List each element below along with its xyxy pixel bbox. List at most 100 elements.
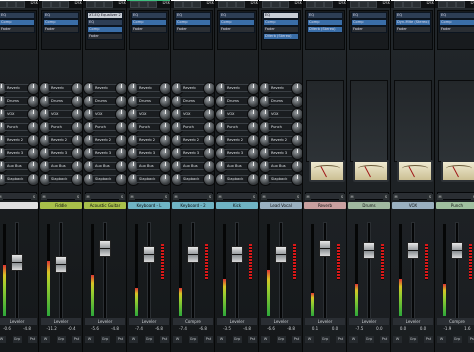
channel-button[interactable]: Pst xyxy=(204,336,213,343)
channel-button[interactable]: Grp xyxy=(100,336,110,343)
channel-button[interactable]: Pst xyxy=(380,336,389,343)
fader-cap[interactable] xyxy=(143,246,155,263)
channel-header-button[interactable] xyxy=(86,1,95,8)
fader-cap[interactable] xyxy=(275,246,287,263)
channel-button[interactable]: Grp xyxy=(144,336,154,343)
fader-cap[interactable] xyxy=(363,242,375,259)
channel-button[interactable]: W xyxy=(349,336,358,343)
fader-cap[interactable] xyxy=(231,246,243,263)
channel-button[interactable]: W xyxy=(41,336,50,343)
channel-button[interactable]: W xyxy=(85,336,94,343)
fader-cap[interactable] xyxy=(451,242,463,259)
insert-slot[interactable]: Fader xyxy=(0,26,35,33)
automation-button[interactable]: Compre xyxy=(173,318,213,325)
automation-button[interactable]: Leveler xyxy=(349,318,389,325)
channel-button[interactable]: Pst xyxy=(424,336,433,343)
channel-name[interactable]: Kick xyxy=(216,202,258,209)
insert-slot[interactable]: Fader xyxy=(175,26,211,33)
insert-slot[interactable]: Fader xyxy=(131,26,167,33)
insert-slot[interactable]: Fader xyxy=(43,26,79,33)
mute-button[interactable]: M xyxy=(0,194,3,200)
channel-header-button[interactable] xyxy=(403,1,412,8)
channel-name[interactable]: Keyboard - 2 xyxy=(172,202,214,209)
solo-button[interactable]: S xyxy=(119,194,125,200)
automation-button[interactable]: Leveler xyxy=(261,318,301,325)
automation-button[interactable]: Leveler xyxy=(393,318,433,325)
insert-slot[interactable]: Comp xyxy=(351,19,387,26)
channel-header-button[interactable] xyxy=(16,1,25,8)
channel-button[interactable]: Grp xyxy=(452,336,462,343)
channel-header-button[interactable] xyxy=(192,1,201,8)
insert-slot[interactable]: EQ xyxy=(351,12,387,19)
insert-slot[interactable]: Comp xyxy=(0,19,35,26)
channel-header-button[interactable] xyxy=(262,1,271,8)
insert-slot[interactable]: Comp xyxy=(43,19,79,26)
channel-button[interactable]: Grp xyxy=(188,336,198,343)
insert-slot[interactable]: DVerb (Stereo) xyxy=(307,26,343,33)
insert-slot[interactable]: Dyn-Mite (Stereo) xyxy=(395,19,431,26)
channel-header-button[interactable] xyxy=(315,1,324,8)
channel-header-button[interactable] xyxy=(0,1,7,8)
insert-slot[interactable]: EQ xyxy=(219,12,255,19)
channel-button[interactable]: Pst xyxy=(468,336,474,343)
channel-header-button[interactable] xyxy=(394,1,403,8)
mute-button[interactable]: M xyxy=(85,194,91,200)
fader-cap[interactable] xyxy=(11,254,23,271)
insert-slot[interactable]: XT-EQ Equalizer 2 xyxy=(87,12,123,19)
automation-button[interactable]: Leveler xyxy=(129,318,169,325)
channel-header-button[interactable] xyxy=(95,1,104,8)
channel-button[interactable]: Pst xyxy=(116,336,125,343)
channel-header-button[interactable] xyxy=(271,1,280,8)
channel-header-button[interactable] xyxy=(359,1,368,8)
mute-button[interactable]: M xyxy=(261,194,267,200)
channel-header-button[interactable] xyxy=(368,1,377,8)
channel-button[interactable]: W xyxy=(261,336,270,343)
mute-button[interactable]: M xyxy=(41,194,47,200)
insert-slot[interactable]: DVerb (Stereo) xyxy=(263,33,299,40)
channel-button[interactable]: W xyxy=(393,336,402,343)
solo-button[interactable]: S xyxy=(427,194,433,200)
insert-slot[interactable]: Fader xyxy=(439,26,474,33)
insert-slot[interactable]: Fader xyxy=(395,26,431,33)
automation-button[interactable]: Compre xyxy=(437,318,474,325)
channel-name[interactable]: Lead Vocal xyxy=(260,202,302,209)
channel-name[interactable] xyxy=(0,202,38,209)
mute-button[interactable]: M xyxy=(393,194,399,200)
channel-button[interactable]: Grp xyxy=(364,336,374,343)
channel-header-button[interactable] xyxy=(218,1,227,8)
channel-header-button[interactable] xyxy=(42,1,51,8)
channel-header-button[interactable] xyxy=(183,1,192,8)
channel-name[interactable]: Drums xyxy=(348,202,390,209)
channel-button[interactable]: Grp xyxy=(276,336,286,343)
channel-header-button[interactable] xyxy=(350,1,359,8)
channel-button[interactable]: Pst xyxy=(248,336,257,343)
channel-button[interactable]: Grp xyxy=(408,336,418,343)
mute-button[interactable]: M xyxy=(217,194,223,200)
channel-header-button[interactable] xyxy=(412,1,421,8)
channel-button[interactable]: Grp xyxy=(56,336,66,343)
channel-name[interactable]: Keyboard - L xyxy=(128,202,170,209)
solo-button[interactable]: S xyxy=(163,194,169,200)
channel-header-button[interactable] xyxy=(438,1,447,8)
insert-slot[interactable]: EQ xyxy=(439,12,474,19)
automation-button[interactable]: Leveler xyxy=(305,318,345,325)
fader-cap[interactable] xyxy=(55,255,67,273)
mute-button[interactable]: M xyxy=(437,194,443,200)
channel-header-button[interactable] xyxy=(51,1,60,8)
channel-button[interactable]: W xyxy=(0,336,6,343)
solo-button[interactable]: S xyxy=(383,194,389,200)
insert-slot[interactable]: EQ xyxy=(43,12,79,19)
insert-slot[interactable]: Comp xyxy=(219,19,255,26)
solo-button[interactable]: S xyxy=(295,194,301,200)
insert-slot[interactable]: Fader xyxy=(263,26,299,33)
channel-header-button[interactable] xyxy=(174,1,183,8)
insert-slot[interactable]: Comp xyxy=(175,19,211,26)
insert-slot[interactable]: Comp xyxy=(87,26,123,33)
insert-slot[interactable]: EQ xyxy=(307,12,343,19)
channel-button[interactable]: Pst xyxy=(292,336,301,343)
automation-button[interactable]: Leveler xyxy=(217,318,257,325)
fader-cap[interactable] xyxy=(319,239,331,257)
insert-slot[interactable]: Fader xyxy=(87,33,123,40)
channel-button[interactable]: W xyxy=(305,336,314,343)
channel-button[interactable]: Grp xyxy=(232,336,242,343)
